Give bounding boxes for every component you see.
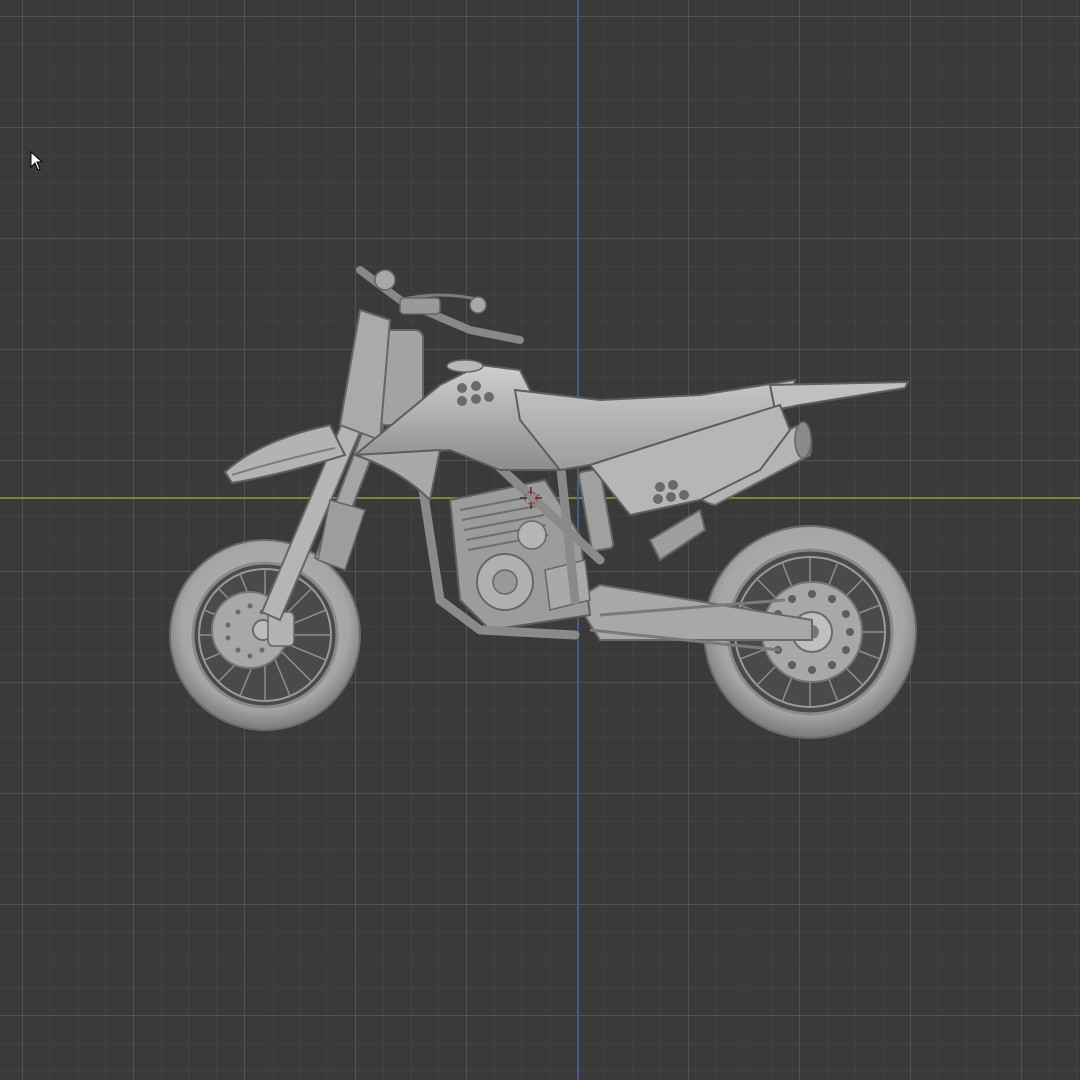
rear-fender[interactable]	[768, 380, 910, 412]
motorcycle-model[interactable]	[0, 0, 1080, 1080]
mouse-pointer-icon	[30, 151, 44, 171]
front-number-plate[interactable]	[338, 308, 392, 442]
front-wheel[interactable]	[169, 539, 361, 731]
3d-cursor-icon[interactable]	[520, 487, 542, 509]
3d-viewport[interactable]	[0, 0, 1080, 1080]
